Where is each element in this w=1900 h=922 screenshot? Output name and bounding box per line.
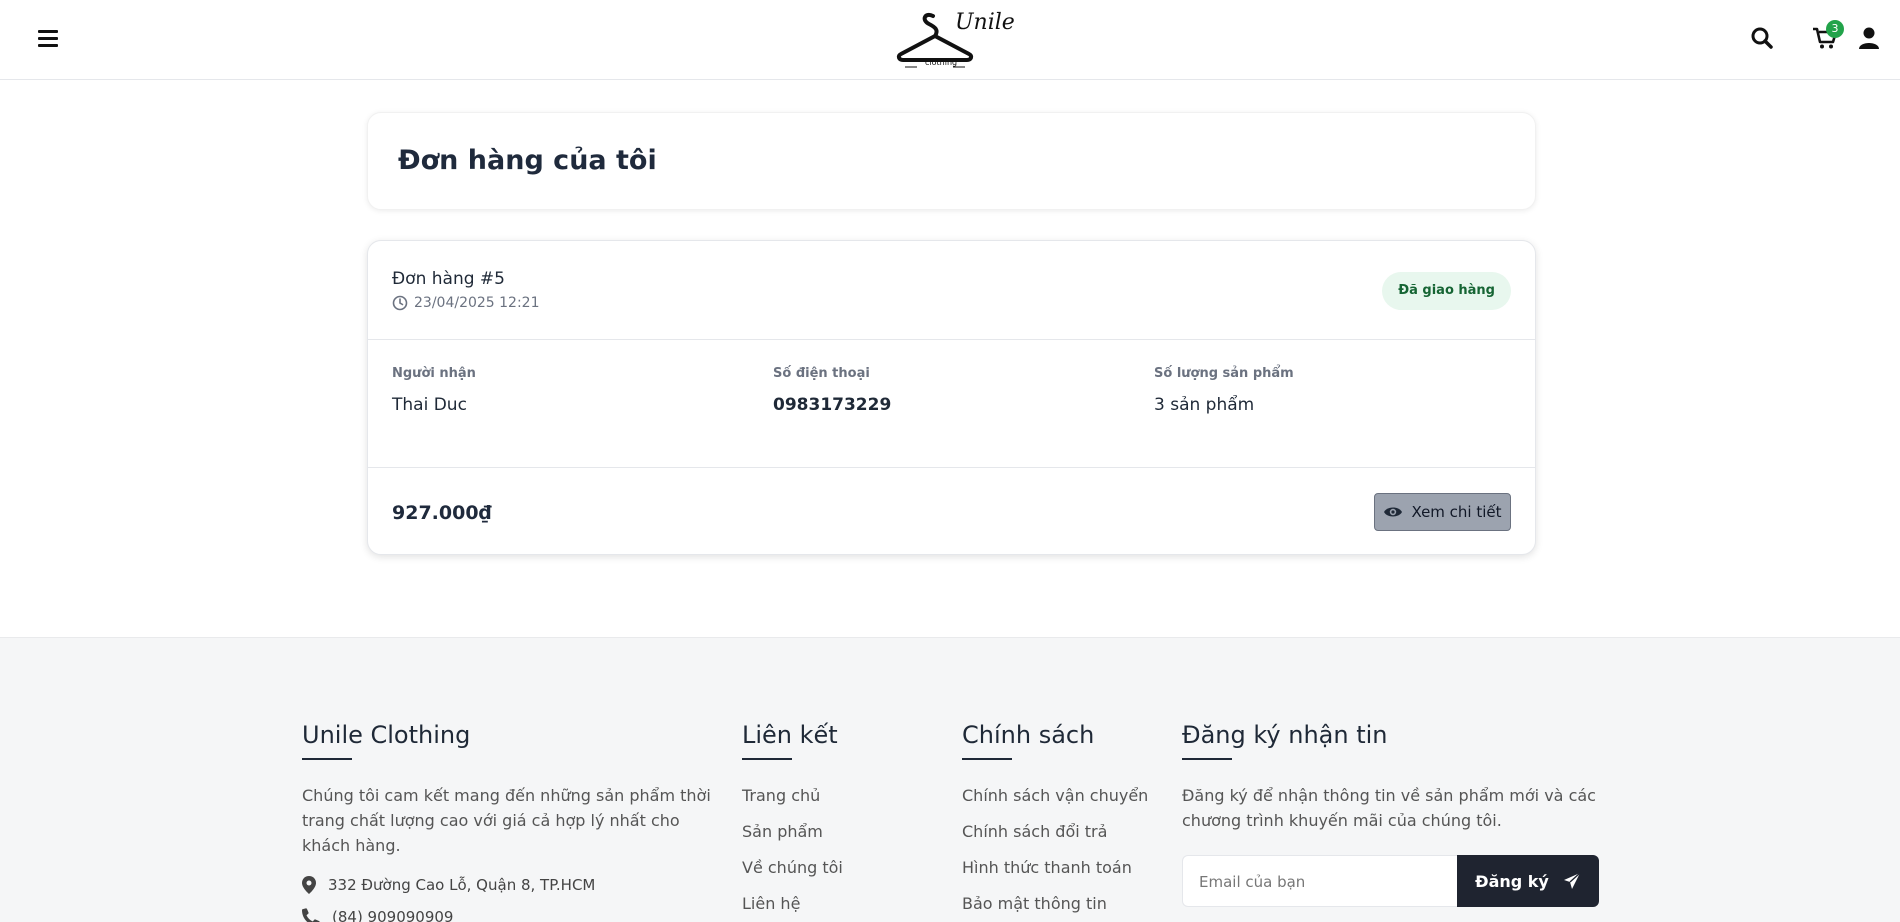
footer-about-text: Chúng tôi cam kết mang đến những sản phẩ…: [302, 786, 711, 855]
order-total: 927.000₫: [392, 502, 492, 524]
phone-label: Số điện thoại: [773, 366, 870, 381]
clock-icon: [392, 295, 408, 311]
footer-phone: (84) 909090909: [302, 908, 722, 922]
footer-link-payment[interactable]: Hình thức thanh toán: [962, 855, 1162, 881]
cart-count-badge: 3: [1826, 20, 1844, 38]
footer-links-title: Liên kết: [742, 721, 838, 760]
search-icon[interactable]: [1750, 26, 1776, 52]
view-detail-button[interactable]: Xem chi tiết: [1374, 493, 1511, 531]
order-id: Đơn hàng #5: [392, 269, 505, 289]
location-icon: [302, 876, 316, 894]
menu-icon[interactable]: [38, 30, 58, 50]
page-title-card: Đơn hàng của tôi: [367, 112, 1536, 210]
footer-address-text: 332 Đường Cao Lỗ, Quận 8, TP.HCM: [328, 876, 596, 894]
logo[interactable]: Unile clothing: [895, 8, 1015, 72]
order-date: 23/04/2025 12:21: [392, 295, 540, 311]
user-icon[interactable]: [1858, 26, 1884, 52]
footer-link-contact[interactable]: Liên hệ: [742, 891, 942, 917]
page-title: Đơn hàng của tôi: [398, 145, 657, 176]
recipient-value: Thai Duc: [392, 395, 467, 415]
footer-address: 332 Đường Cao Lỗ, Quận 8, TP.HCM: [302, 876, 722, 894]
phone-value: 0983173229: [773, 395, 892, 415]
newsletter-form: Email của bạn Đăng ký: [1182, 855, 1599, 907]
site-header: Unile clothing 3: [0, 0, 1900, 80]
logo-script: Unile: [955, 10, 1015, 35]
footer-links: Liên kết Trang chủ Sản phẩm Về chúng tôi…: [742, 721, 942, 917]
logo-subtext: clothing: [925, 58, 958, 67]
order-header: Đơn hàng #5 23/04/2025 12:21 Đã giao hàn…: [368, 241, 1535, 340]
footer-newsletter-title: Đăng ký nhận tin: [1182, 721, 1388, 760]
status-badge: Đã giao hàng: [1382, 272, 1511, 310]
footer-policy-title: Chính sách: [962, 721, 1094, 760]
order-card: Đơn hàng #5 23/04/2025 12:21 Đã giao hàn…: [367, 240, 1536, 555]
email-field[interactable]: Email của bạn: [1182, 855, 1457, 907]
footer-link-returns[interactable]: Chính sách đổi trả: [962, 819, 1162, 845]
footer-phone-text: (84) 909090909: [332, 908, 454, 922]
eye-icon: [1384, 507, 1403, 517]
footer-link-privacy[interactable]: Bảo mật thông tin: [962, 891, 1162, 917]
subscribe-button[interactable]: Đăng ký: [1457, 855, 1599, 907]
subscribe-label: Đăng ký: [1475, 871, 1549, 891]
recipient-label: Người nhận: [392, 366, 476, 381]
send-icon: [1563, 872, 1581, 889]
footer-about-title: Unile Clothing: [302, 721, 470, 760]
cart-icon[interactable]: 3: [1812, 20, 1844, 52]
footer-about: Unile Clothing Chúng tôi cam kết mang đế…: [302, 721, 722, 922]
order-footer: 927.000₫ Xem chi tiết: [368, 468, 1535, 556]
order-date-text: 23/04/2025 12:21: [414, 295, 540, 311]
view-detail-label: Xem chi tiết: [1411, 503, 1502, 521]
phone-block: Số điện thoại 0983173229: [773, 366, 891, 415]
quantity-label: Số lượng sản phẩm: [1154, 366, 1294, 381]
footer-link-about[interactable]: Về chúng tôi: [742, 855, 942, 881]
footer-link-home[interactable]: Trang chủ: [742, 783, 942, 809]
recipient-block: Người nhận Thai Duc: [392, 366, 476, 415]
footer-link-products[interactable]: Sản phẩm: [742, 819, 942, 845]
footer-link-shipping[interactable]: Chính sách vận chuyển: [962, 783, 1162, 809]
order-info: Người nhận Thai Duc Số điện thoại 098317…: [368, 340, 1535, 468]
footer-policy: Chính sách Chính sách vận chuyển Chính s…: [962, 721, 1162, 917]
quantity-value: 3 sản phẩm: [1154, 395, 1255, 415]
footer-newsletter: Đăng ký nhận tin Đăng ký để nhận thông t…: [1182, 721, 1602, 907]
phone-icon: [302, 908, 320, 922]
site-footer: Unile Clothing Chúng tôi cam kết mang đế…: [0, 637, 1900, 922]
quantity-block: Số lượng sản phẩm 3 sản phẩm: [1154, 366, 1294, 415]
footer-newsletter-text: Đăng ký để nhận thông tin về sản phẩm mớ…: [1182, 786, 1596, 830]
